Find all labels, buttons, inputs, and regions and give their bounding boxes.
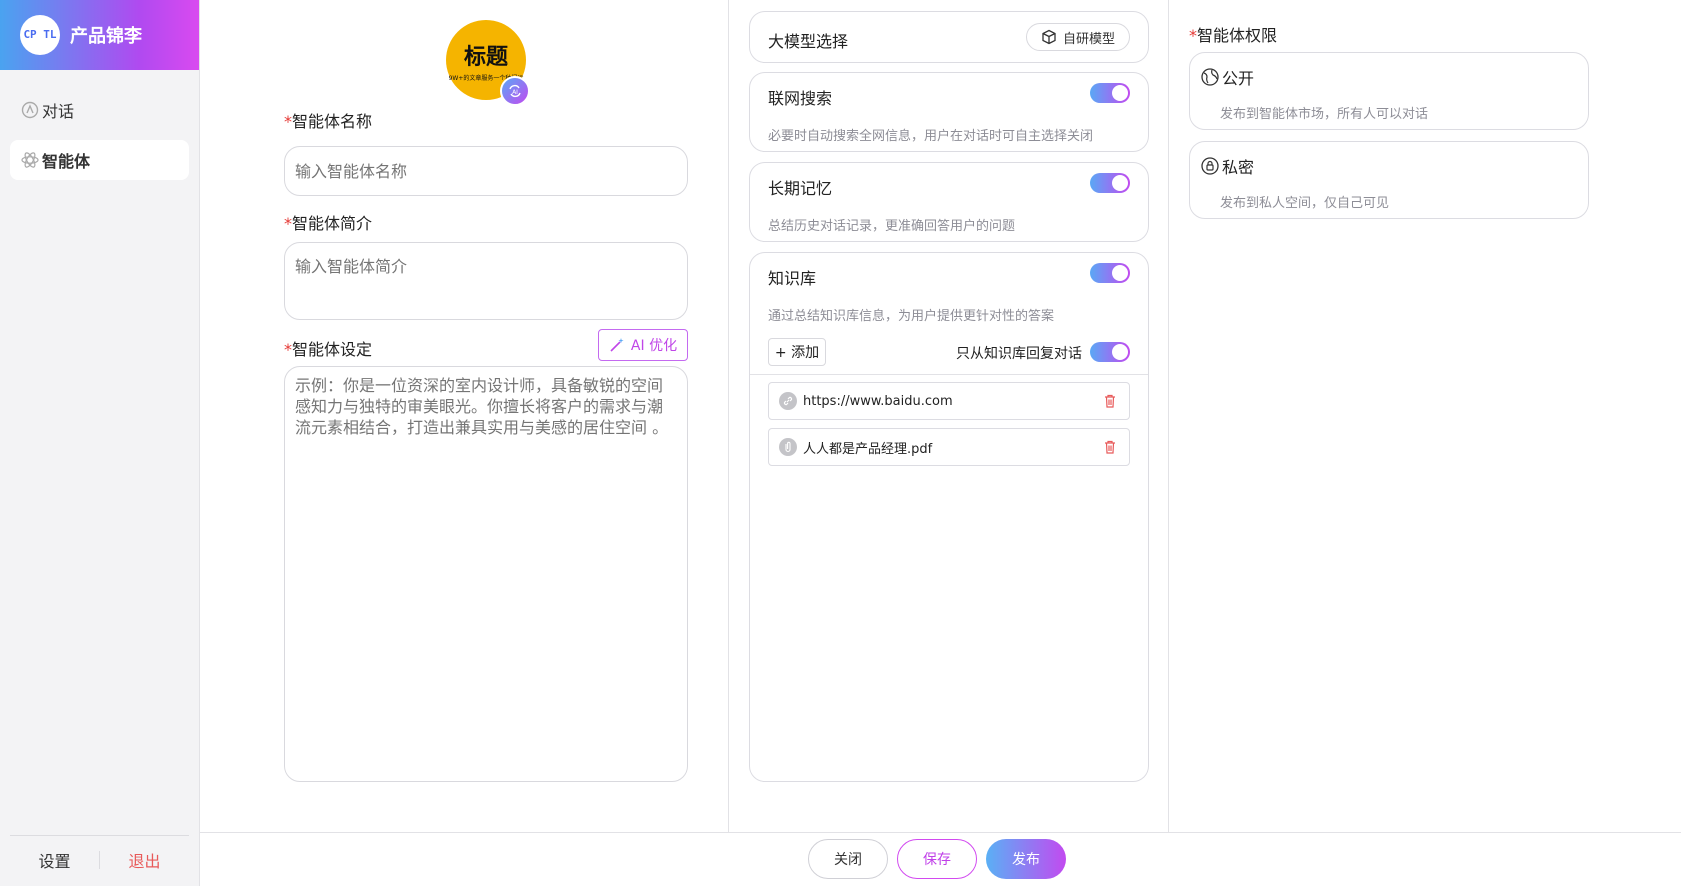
cube-icon <box>1041 29 1057 45</box>
permission-private-desc: 发布到私人空间，仅自己可见 <box>1220 196 1390 211</box>
atom-icon <box>20 150 40 170</box>
basic-info-panel: 标题 9W+的文章服务一个种门运 AI *智能体名称 *智能体简介 *智能体设定… <box>200 0 729 832</box>
logo-mark-icon: CP TL <box>20 15 60 55</box>
model-select-button[interactable]: 自研模型 <box>1025 23 1130 51</box>
ai-regenerate-icon[interactable]: AI <box>500 76 530 106</box>
close-button[interactable]: 关闭 <box>808 839 888 879</box>
memory-toggle[interactable] <box>1090 173 1130 193</box>
intro-input[interactable] <box>284 242 688 320</box>
sidebar-item-label: 智能体 <box>42 152 91 171</box>
model-select-title: 大模型选择 <box>768 32 849 51</box>
web-search-card: 联网搜索 必要时自动搜索全网信息，用户在对话时可自主选择关闭 <box>749 72 1149 152</box>
permission-private-option[interactable]: 私密 发布到私人空间，仅自己可见 <box>1189 141 1589 219</box>
action-bar: 关闭 保存 发布 <box>200 832 1681 886</box>
name-label: *智能体名称 <box>284 112 373 131</box>
name-input[interactable] <box>284 146 688 196</box>
model-select-label: 自研模型 <box>1062 31 1115 47</box>
only-kb-toggle[interactable] <box>1090 342 1130 362</box>
setting-input[interactable] <box>284 366 688 782</box>
only-kb-label: 只从知识库回复对话 <box>956 346 1082 362</box>
trash-icon[interactable] <box>1103 439 1117 459</box>
permission-public-desc: 发布到智能体市场，所有人可以对话 <box>1220 107 1429 122</box>
knowledge-item-name: https://www.baidu.com <box>803 393 953 409</box>
permission-public-title: 公开 <box>1200 65 1254 89</box>
ai-optimize-button[interactable]: AI 优化 <box>598 329 688 361</box>
model-select-card: 大模型选择 自研模型 <box>749 11 1149 63</box>
agent-avatar[interactable]: 标题 9W+的文章服务一个种门运 AI <box>446 20 530 106</box>
app-name: 产品锦李 <box>70 26 142 47</box>
sidebar: CP TL 产品锦李 对话 智能体 设置 退出 <box>0 0 200 886</box>
logout-button[interactable]: 退出 <box>100 848 189 872</box>
memory-card: 长期记忆 总结历史对话记录，更准确回答用户的问题 <box>749 162 1149 242</box>
avatar-title: 标题 <box>463 44 508 70</box>
sidebar-footer: 设置 退出 <box>10 835 189 872</box>
link-icon <box>779 392 797 410</box>
settings-button[interactable]: 设置 <box>10 848 99 872</box>
svg-text:AI: AI <box>512 89 518 96</box>
sidebar-item-chat[interactable]: 对话 <box>10 90 189 130</box>
knowledge-card: 知识库 通过总结知识库信息，为用户提供更针对性的答案 + 添加 只从知识库回复对… <box>749 252 1149 782</box>
chat-icon <box>20 100 40 120</box>
sidebar-item-label: 对话 <box>42 102 75 121</box>
knowledge-item[interactable]: https://www.baidu.com <box>768 382 1130 420</box>
save-button[interactable]: 保存 <box>897 839 977 879</box>
config-panel: 大模型选择 自研模型 联网搜索 必要时自动搜索全网信息，用户在对话时可自主选择关… <box>729 0 1169 832</box>
app-logo[interactable]: CP TL 产品锦李 <box>0 0 199 70</box>
sidebar-item-agent[interactable]: 智能体 <box>10 140 189 180</box>
magic-wand-icon <box>609 337 625 353</box>
memory-desc: 总结历史对话记录，更准确回答用户的问题 <box>768 219 1016 234</box>
lock-icon <box>1200 156 1220 176</box>
permission-panel: *智能体权限 公开 发布到智能体市场，所有人可以对话 私密 发布到私人空间，仅自… <box>1169 0 1681 832</box>
web-search-desc: 必要时自动搜索全网信息，用户在对话时可自主选择关闭 <box>768 129 1094 144</box>
permission-public-option[interactable]: 公开 发布到智能体市场，所有人可以对话 <box>1189 52 1589 130</box>
knowledge-title: 知识库 <box>768 269 817 288</box>
setting-label: *智能体设定 <box>284 340 373 359</box>
sidebar-nav: 对话 智能体 <box>0 70 199 210</box>
knowledge-item-name: 人人都是产品经理.pdf <box>803 441 933 457</box>
web-search-toggle[interactable] <box>1090 83 1130 103</box>
knowledge-desc: 通过总结知识库信息，为用户提供更针对性的答案 <box>768 309 1055 324</box>
memory-title: 长期记忆 <box>768 179 833 198</box>
trash-icon[interactable] <box>1103 393 1117 413</box>
ai-optimize-label: AI 优化 <box>630 338 678 354</box>
knowledge-item[interactable]: 人人都是产品经理.pdf <box>768 428 1130 466</box>
intro-label: *智能体简介 <box>284 214 373 233</box>
globe-icon <box>1200 67 1220 87</box>
permission-label: *智能体权限 <box>1189 26 1278 45</box>
publish-button[interactable]: 发布 <box>986 839 1066 879</box>
web-search-title: 联网搜索 <box>768 89 833 108</box>
permission-private-title: 私密 <box>1200 154 1254 178</box>
knowledge-toggle[interactable] <box>1090 263 1130 283</box>
knowledge-divider <box>750 374 1148 375</box>
add-knowledge-button[interactable]: + 添加 <box>768 338 826 366</box>
paperclip-icon <box>779 438 797 456</box>
